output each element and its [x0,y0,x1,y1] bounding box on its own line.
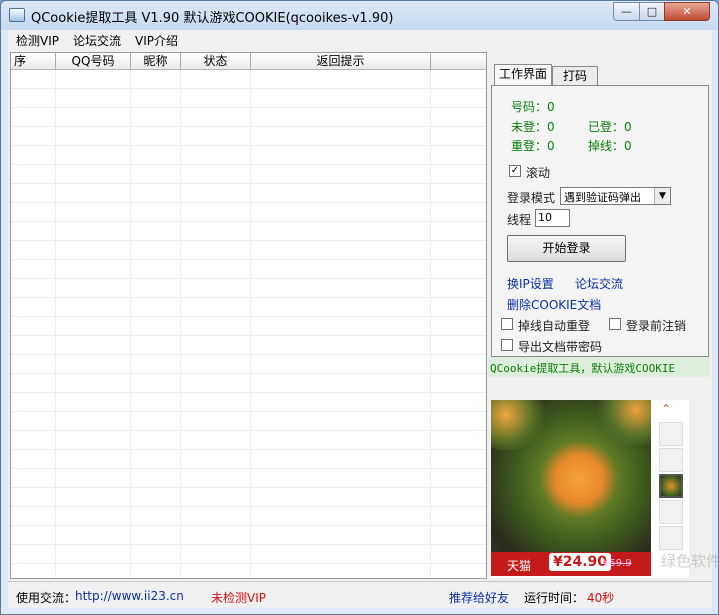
column-header-qq[interactable]: QQ号码 [56,53,131,70]
minimize-button[interactable]: — [613,2,640,21]
chevron-down-icon[interactable]: ▼ [654,188,670,204]
relogin-label: 重登： [511,139,548,153]
forum-link[interactable]: 论坛交流 [575,275,623,292]
maximize-icon: □ [646,5,658,18]
info-banner: QCookie提取工具，默认游戏COOKIE [488,357,710,377]
column-header-nickname[interactable]: 昵称 [131,53,181,70]
menu-check-vip[interactable]: 检测VIP [16,32,59,49]
work-tab-page: 号码：0 未登：0 已登：0 重登：0 掉线：0 ✓ 滚动 登录模式 遇到验证码… [491,85,709,357]
table-body[interactable] [11,70,486,578]
status-bar: 使用交流： http://www.ii23.cn 未检测VIP 推荐给好友 运行… [8,581,712,608]
close-icon: ✕ [682,5,692,18]
title-bar[interactable]: QCookie提取工具 V1.90 默认游戏COOKIE(qcooikes-v1… [1,1,718,30]
relogin-value: 0 [547,139,555,153]
logout-before-label: 登录前注销 [626,319,687,333]
close-button[interactable]: ✕ [664,2,710,21]
threads-label: 线程 [507,213,532,227]
tab-work[interactable]: 工作界面 [494,64,552,87]
column-divider [180,70,181,578]
contact-url-link[interactable]: http://www.ii23.cn [75,589,184,603]
ip-settings-link[interactable]: 换IP设置 [507,275,554,292]
ad-brand: 天猫 [507,559,532,573]
watermark: 绿色软件园 [661,552,718,570]
account-count-label: 号码： [511,100,548,114]
column-divider [130,70,131,578]
scroll-label: 滚动 [526,166,551,180]
menu-vip-intro[interactable]: VIP介绍 [135,32,178,49]
logout-before-checkbox[interactable] [609,318,621,330]
dropped-value: 0 [624,139,632,153]
ad-thumbnail[interactable] [659,526,683,550]
tab-captcha[interactable]: 打码 [552,66,598,87]
minimize-icon: — [621,5,632,18]
column-divider [430,70,431,578]
maximize-button[interactable]: □ [639,2,665,21]
table-header: 序 QQ号码 昵称 状态 返回提示 [11,53,486,70]
login-mode-value: 遇到验证码弹出 [564,191,641,204]
logged-count: 已登：0 [588,118,632,135]
ad-thumbnail[interactable] [659,422,683,446]
threads-input[interactable]: 10 [535,209,570,227]
export-password-label: 导出文档带密码 [518,340,603,354]
vip-status: 未检测VIP [211,591,266,605]
ad-old-price: ¥59.9 [603,558,632,569]
not-logged-count: 未登：0 [511,118,555,135]
recommend-link[interactable]: 推荐给好友 [449,589,509,606]
price-bar: 天猫 ¥24.90 ¥59.9 [491,552,651,576]
start-login-button[interactable]: 开始登录 [507,235,626,262]
runtime-value: 40秒 [587,591,615,605]
ad-thumbnail-selected[interactable] [659,474,683,498]
ad-thumbnail[interactable] [659,448,683,472]
account-count: 号码：0 [511,98,555,115]
tab-strip: 工作界面 打码 [488,52,710,87]
account-table[interactable]: 序 QQ号码 昵称 状态 返回提示 [10,52,487,579]
menu-bar: 检测VIP 论坛交流 VIP介绍 [8,30,712,50]
column-header-index[interactable]: 序 [11,53,56,70]
column-header-message[interactable]: 返回提示 [251,53,431,70]
window-title: QCookie提取工具 V1.90 默认游戏COOKIE(qcooikes-v1… [31,11,394,26]
account-count-value: 0 [547,100,555,114]
delete-cookie-link[interactable]: 删除COOKIE文档 [507,296,601,313]
ad-price: ¥24.90 [549,553,612,571]
logged-value: 0 [624,120,632,134]
scroll-checkbox[interactable]: ✓ [509,165,521,177]
auto-relogin-label: 掉线自动重登 [518,319,591,333]
login-mode-select[interactable]: 遇到验证码弹出 ▼ [560,187,671,205]
ad-thumbnail[interactable] [659,500,683,524]
runtime-label: 运行时间： [524,591,585,605]
dropped-count: 掉线：0 [588,137,632,154]
auto-relogin-checkbox[interactable] [501,318,513,330]
column-divider [250,70,251,578]
relogin-count: 重登：0 [511,137,555,154]
menu-forum[interactable]: 论坛交流 [73,32,121,49]
logged-label: 已登： [588,120,625,134]
banner-text: QCookie提取工具，默认游戏COOKIE [490,362,676,375]
export-password-checkbox[interactable] [501,339,513,351]
column-header-status[interactable]: 状态 [181,53,251,70]
ad-panel[interactable]: 天猫 ¥24.90 ¥59.9 ⌃ 绿色软件园 [491,400,718,578]
app-icon [9,8,25,22]
not-logged-value: 0 [547,120,555,134]
dropped-label: 掉线： [588,139,625,153]
app-window: QCookie提取工具 V1.90 默认游戏COOKIE(qcooikes-v1… [0,0,719,615]
login-mode-label: 登录模式 [507,191,556,205]
not-logged-label: 未登： [511,120,548,134]
column-divider [55,70,56,578]
check-icon: ✓ [510,165,520,176]
contact-label: 使用交流： [16,591,77,605]
right-panel: 工作界面 打码 号码：0 未登：0 已登：0 重登：0 掉线：0 ✓ 滚动 登录… [488,52,718,579]
chevron-up-icon[interactable]: ⌃ [661,402,671,416]
ad-image-detail [491,400,551,450]
ad-image-detail [591,400,651,445]
client-area: 序 QQ号码 昵称 状态 返回提示 工作界面 打码 号码：0 未登：0 已登：0 [8,50,718,608]
ad-image[interactable]: 天猫 ¥24.90 ¥59.9 [491,400,651,576]
